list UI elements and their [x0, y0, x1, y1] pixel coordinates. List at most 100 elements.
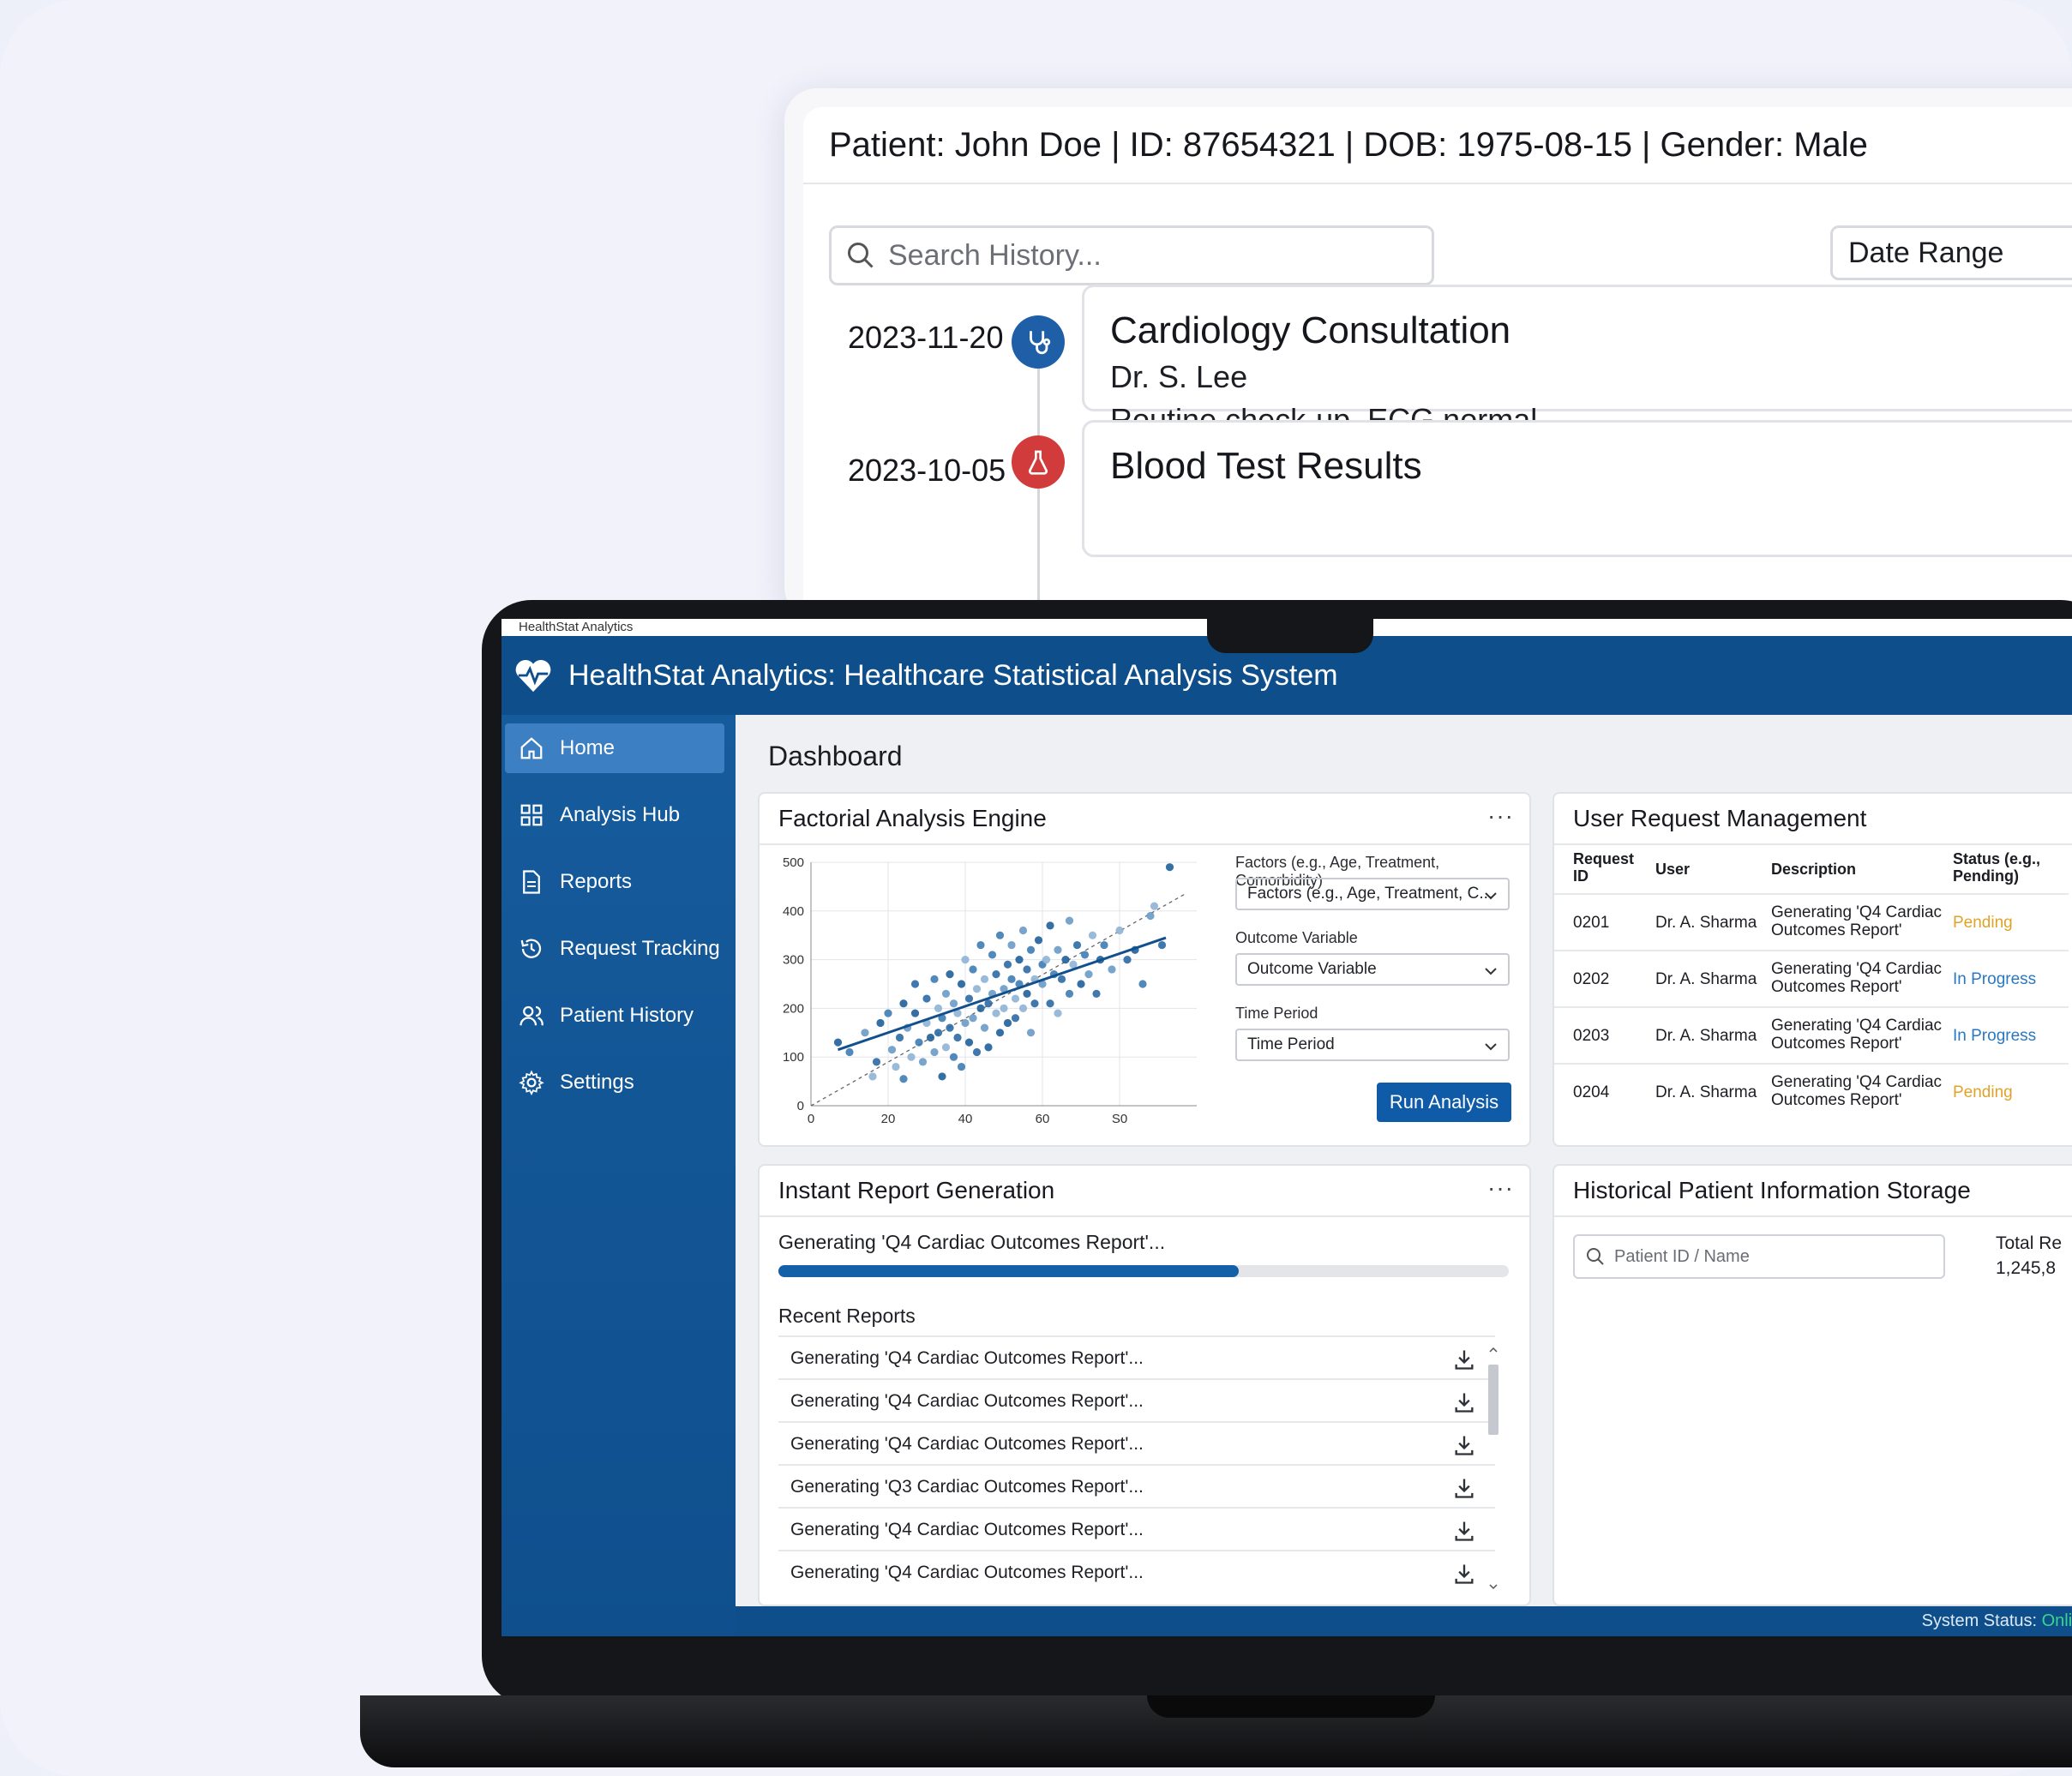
table-row[interactable]: 0203 Dr. A. Sharma Generating 'Q4 Cardia…: [1554, 1006, 2069, 1065]
heart-pulse-icon: [515, 660, 551, 693]
download-icon[interactable]: [1452, 1562, 1476, 1586]
period-select-value: Time Period: [1247, 1035, 1335, 1053]
sidebar-item-settings[interactable]: Settings: [505, 1058, 724, 1107]
more-menu-icon[interactable]: ···: [1487, 1174, 1514, 1202]
timeline-card[interactable]: Blood Test Results: [1082, 420, 2072, 557]
data-point: [1150, 902, 1159, 910]
total-records: Total Re 1,245,8: [1996, 1231, 2062, 1281]
data-point: [938, 1072, 946, 1081]
data-point: [1003, 960, 1012, 969]
timeline-line: [1037, 363, 1040, 620]
patient-history-window: Patient: John Doe | ID: 87654321 | DOB: …: [784, 88, 2072, 620]
data-point: [868, 1072, 877, 1081]
y-tick-label: 200: [783, 1001, 804, 1016]
data-point: [1034, 936, 1043, 945]
report-generation-card: Instant Report Generation ··· Generating…: [758, 1164, 1531, 1606]
data-point: [833, 1038, 843, 1047]
home-icon: [520, 737, 543, 759]
history-search-placeholder: Search History...: [888, 238, 1102, 272]
sidebar-item-request-tracking[interactable]: Request Tracking: [505, 924, 724, 974]
list-item[interactable]: Generating 'Q3 Cardiac Outcomes Report'.…: [778, 1464, 1495, 1509]
data-point: [887, 1046, 897, 1054]
data-point: [1072, 940, 1082, 950]
date-range-button[interactable]: Date Range: [1830, 225, 2072, 280]
more-menu-icon[interactable]: ···: [1487, 802, 1514, 830]
period-select[interactable]: Time Period: [1235, 1029, 1510, 1061]
data-point: [984, 1043, 993, 1052]
download-icon[interactable]: [1452, 1433, 1476, 1457]
status-badge: In Progress: [1953, 1027, 2037, 1045]
data-point: [1007, 940, 1016, 950]
data-point: [876, 1018, 885, 1028]
sidebar-item-analysis-hub[interactable]: Analysis Hub: [505, 790, 724, 840]
data-point: [1023, 989, 1031, 998]
app-title: HealthStat Analytics: Healthcare Statist…: [568, 658, 1338, 692]
data-point: [910, 980, 920, 988]
data-point: [1065, 916, 1074, 925]
request-user: Dr. A. Sharma: [1655, 970, 1757, 988]
data-point: [872, 1058, 881, 1066]
request-id: 0203: [1573, 1027, 1610, 1045]
progress-fill: [778, 1265, 1239, 1277]
table-row[interactable]: 0204 Dr. A. Sharma Generating 'Q4 Cardia…: [1554, 1063, 2069, 1121]
list-item[interactable]: Generating 'Q4 Cardiac Outcomes Report'.…: [778, 1421, 1495, 1466]
data-point: [1100, 940, 1108, 950]
history-icon: [520, 939, 542, 958]
list-item[interactable]: Generating 'Q4 Cardiac Outcomes Report'.…: [778, 1378, 1495, 1423]
sidebar-item-home[interactable]: Home: [505, 723, 724, 773]
data-point: [941, 1043, 951, 1052]
data-point: [845, 1047, 854, 1057]
list-item[interactable]: Generating 'Q4 Cardiac Outcomes Report'.…: [778, 1550, 1495, 1594]
data-point: [995, 931, 1005, 939]
outcome-select[interactable]: Outcome Variable: [1235, 953, 1510, 986]
download-icon[interactable]: [1452, 1519, 1476, 1543]
data-point: [1054, 1009, 1062, 1017]
camera-notch: [1207, 619, 1373, 653]
scroll-up-icon[interactable]: [1488, 1346, 1498, 1354]
scroll-down-icon[interactable]: [1488, 1582, 1498, 1591]
data-point: [946, 970, 954, 979]
run-analysis-button[interactable]: Run Analysis: [1377, 1083, 1511, 1122]
sidebar-item-reports[interactable]: Reports: [505, 857, 724, 907]
x-tick-label: 60: [1036, 1112, 1050, 1126]
table-row[interactable]: 0201 Dr. A. Sharma Generating 'Q4 Cardia…: [1554, 893, 2069, 951]
download-icon[interactable]: [1452, 1390, 1476, 1414]
data-point: [961, 1018, 970, 1028]
patient-search-input[interactable]: Patient ID / Name: [1573, 1234, 1945, 1279]
list-item[interactable]: Generating 'Q4 Cardiac Outcomes Report'.…: [778, 1335, 1495, 1380]
scrollbar-thumb[interactable]: [1488, 1365, 1498, 1435]
request-description: Generating 'Q4 Cardiac Outcomes Report': [1771, 960, 1943, 996]
timeline-card[interactable]: Cardiology Consultation Dr. S. Lee Routi…: [1082, 285, 2072, 437]
request-user: Dr. A. Sharma: [1655, 914, 1757, 932]
document-icon: [523, 870, 540, 894]
data-point: [934, 1029, 943, 1037]
data-point: [941, 989, 951, 998]
data-point: [984, 999, 993, 1008]
search-icon: [1587, 1248, 1604, 1265]
table-row[interactable]: 0202 Dr. A. Sharma Generating 'Q4 Cardia…: [1554, 950, 2069, 1008]
x-tick-label: 40: [958, 1112, 973, 1126]
list-item[interactable]: Generating 'Q4 Cardiac Outcomes Report'.…: [778, 1507, 1495, 1551]
y-tick-label: 300: [783, 953, 804, 968]
status-label: System Status:: [1921, 1611, 2038, 1630]
data-point: [926, 1033, 935, 1042]
event-title: Cardiology Consultation: [1110, 309, 1511, 351]
download-icon[interactable]: [1452, 1476, 1476, 1500]
data-point: [892, 1062, 900, 1071]
event-doctor: Dr. S. Lee: [1110, 359, 1248, 394]
status-bar: System Status: Online: [736, 1606, 2072, 1636]
laptop-hinge-notch: [1147, 1695, 1435, 1718]
data-point: [1165, 863, 1174, 872]
x-tick-label: S0: [1112, 1112, 1127, 1126]
data-point: [992, 970, 1000, 979]
sidebar-item-patient-history[interactable]: Patient History: [505, 991, 724, 1041]
card-header: Historical Patient Information Storage: [1554, 1166, 2072, 1217]
data-point: [1018, 1004, 1028, 1012]
factors-select[interactable]: Factors (e.g., Age, Treatment, C...: [1235, 878, 1510, 910]
data-point: [964, 994, 974, 1003]
data-point: [907, 1053, 916, 1061]
flask-icon: [1012, 435, 1065, 489]
download-icon[interactable]: [1452, 1347, 1476, 1371]
history-search-input[interactable]: Search History...: [829, 225, 1434, 285]
patient-history-panel: Patient: John Doe | ID: 87654321 | DOB: …: [803, 107, 2072, 620]
